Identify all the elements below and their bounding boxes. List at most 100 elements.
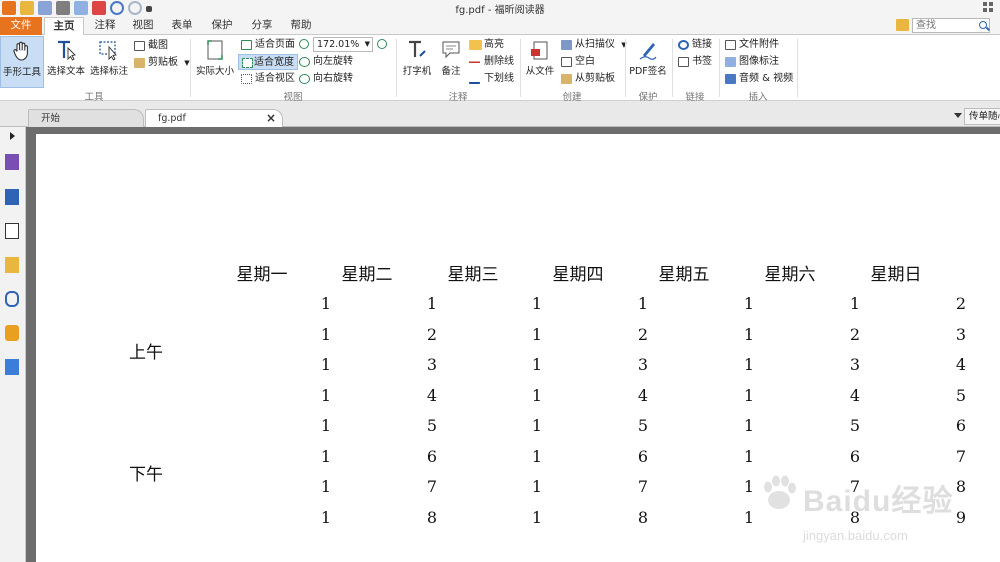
close-tab-icon[interactable]: ×: [266, 110, 276, 127]
expand-panel-icon[interactable]: [10, 132, 15, 140]
note-icon: [442, 41, 460, 59]
signatures-panel-icon[interactable]: [5, 359, 19, 375]
divider: [396, 39, 397, 97]
pdf-sign-button[interactable]: PDF签名: [628, 36, 668, 88]
column-header: 星期二: [341, 265, 393, 285]
link-button[interactable]: 链接: [677, 37, 712, 53]
tab-home[interactable]: 主页: [44, 17, 84, 36]
note-label: 备注: [441, 66, 461, 77]
column-header: 星期日: [870, 265, 922, 285]
from-scanner-button[interactable]: 从扫描仪 ▼: [560, 37, 627, 53]
select-annotation-button[interactable]: 选择标注: [89, 36, 129, 88]
underline-button[interactable]: 下划线: [468, 71, 514, 87]
search-icon[interactable]: [979, 21, 987, 29]
table-cell: 1: [531, 416, 543, 435]
select-annotation-label: 选择标注: [89, 66, 128, 77]
fit-width-icon: [242, 58, 253, 68]
layers-panel-icon[interactable]: [5, 223, 19, 239]
search-options-icon[interactable]: [896, 19, 909, 31]
select-text-icon: [58, 40, 76, 61]
hand-icon: [13, 41, 28, 61]
select-annotation-icon: [99, 41, 117, 61]
table-cell: 6: [955, 416, 967, 435]
tab-comment[interactable]: 注释: [88, 17, 122, 35]
table-cell: 3: [849, 355, 861, 374]
table-cell: 3: [955, 325, 967, 344]
chevron-down-icon: ▼: [184, 59, 190, 67]
hand-tool-button[interactable]: 手形工具: [0, 36, 44, 88]
snapshot-button[interactable]: 截图: [133, 38, 168, 54]
clipboard-button[interactable]: 剪贴板 ▼: [133, 55, 190, 71]
tab-form[interactable]: 表单: [164, 17, 200, 35]
from-clipboard-button[interactable]: 从剪贴板: [560, 71, 615, 87]
side-panel-button[interactable]: 传单随心: [964, 108, 1000, 125]
window-menu-icon[interactable]: [983, 2, 994, 13]
ribbon-home: 手形工具 选择文本 选择标注 截图 剪贴板 ▼ 工具 实际大小 适合页面 适合宽…: [0, 35, 1000, 103]
media-icon: [725, 74, 736, 84]
fit-width-button[interactable]: 适合宽度: [238, 54, 298, 70]
attachment-icon: [725, 40, 736, 50]
tab-share[interactable]: 分享: [244, 17, 280, 35]
column-header: 星期四: [552, 265, 604, 285]
typewriter-button[interactable]: 打字机: [400, 36, 434, 88]
rotate-left-button[interactable]: 向左旋转: [298, 54, 353, 70]
rotate-right-button[interactable]: 向右旋转: [298, 71, 353, 87]
tab-list-dropdown-icon[interactable]: [954, 113, 962, 118]
table-cell: 6: [637, 447, 649, 466]
section-label: 上午: [129, 343, 163, 363]
highlight-button[interactable]: 高亮: [468, 37, 504, 53]
bookmark-button[interactable]: 书签: [677, 54, 712, 70]
fit-visible-button[interactable]: 适合视区: [240, 71, 295, 87]
hand-tool-label: 手形工具: [2, 67, 41, 78]
table-cell: 8: [426, 508, 438, 527]
comments-panel-icon[interactable]: [5, 257, 19, 273]
pen-sign-icon: [639, 43, 657, 60]
tab-view[interactable]: 视图: [126, 17, 160, 35]
zoom-value: 172.01%: [317, 39, 360, 50]
column-header: 星期五: [658, 265, 710, 285]
table-cell: 1: [531, 386, 543, 405]
zoom-select[interactable]: 172.01% ▼: [313, 37, 373, 52]
from-file-icon: [531, 41, 548, 60]
actual-size-button[interactable]: 实际大小: [195, 36, 235, 88]
divider: [797, 39, 798, 97]
fit-page-label: 适合页面: [255, 39, 295, 50]
select-text-label: 选择文本: [46, 66, 85, 77]
typewriter-icon: [409, 40, 426, 57]
table-cell: 3: [637, 355, 649, 374]
actual-size-label: 实际大小: [195, 66, 234, 77]
table-cell: 2: [637, 325, 649, 344]
baidu-jingyan-watermark: Baidu经验 jingyan.baidu.com: [755, 466, 995, 562]
camera-icon: [134, 41, 145, 51]
tab-start[interactable]: 开始: [28, 109, 144, 127]
file-attachment-button[interactable]: 文件附件: [724, 37, 779, 53]
from-file-label: 从文件: [525, 66, 555, 77]
from-file-button[interactable]: 从文件: [523, 36, 557, 88]
fit-page-button[interactable]: 适合页面: [240, 37, 295, 53]
table-cell: 1: [849, 294, 861, 313]
tab-file[interactable]: 文件: [0, 17, 42, 35]
tab-protect[interactable]: 保护: [204, 17, 240, 35]
bookmarks-panel-icon[interactable]: [5, 154, 19, 170]
divider: [190, 39, 191, 97]
pages-panel-icon[interactable]: [5, 189, 19, 205]
note-button[interactable]: 备注: [436, 36, 466, 88]
strikeout-button[interactable]: 删除线: [468, 54, 514, 70]
zoom-out-icon[interactable]: [299, 39, 309, 49]
tab-document[interactable]: fg.pdf ×: [145, 109, 283, 128]
blank-button[interactable]: 空白: [560, 54, 595, 70]
rotate-right-icon: [299, 74, 310, 84]
table-cell: 6: [849, 447, 861, 466]
audio-video-label: 音频 & 视频: [739, 73, 794, 84]
image-annotation-button[interactable]: 图像标注: [724, 54, 779, 70]
attachments-panel-icon[interactable]: [5, 291, 19, 307]
clipboard-label: 剪贴板: [148, 57, 178, 68]
select-text-button[interactable]: 选择文本: [46, 36, 86, 88]
audio-video-button[interactable]: 音频 & 视频: [724, 71, 793, 87]
security-panel-icon[interactable]: [5, 325, 19, 341]
fit-page-icon: [241, 40, 252, 50]
tab-help[interactable]: 帮助: [284, 17, 318, 35]
zoom-in-icon[interactable]: [377, 39, 387, 49]
strikeout-icon: [469, 57, 480, 67]
typewriter-label: 打字机: [402, 66, 432, 77]
